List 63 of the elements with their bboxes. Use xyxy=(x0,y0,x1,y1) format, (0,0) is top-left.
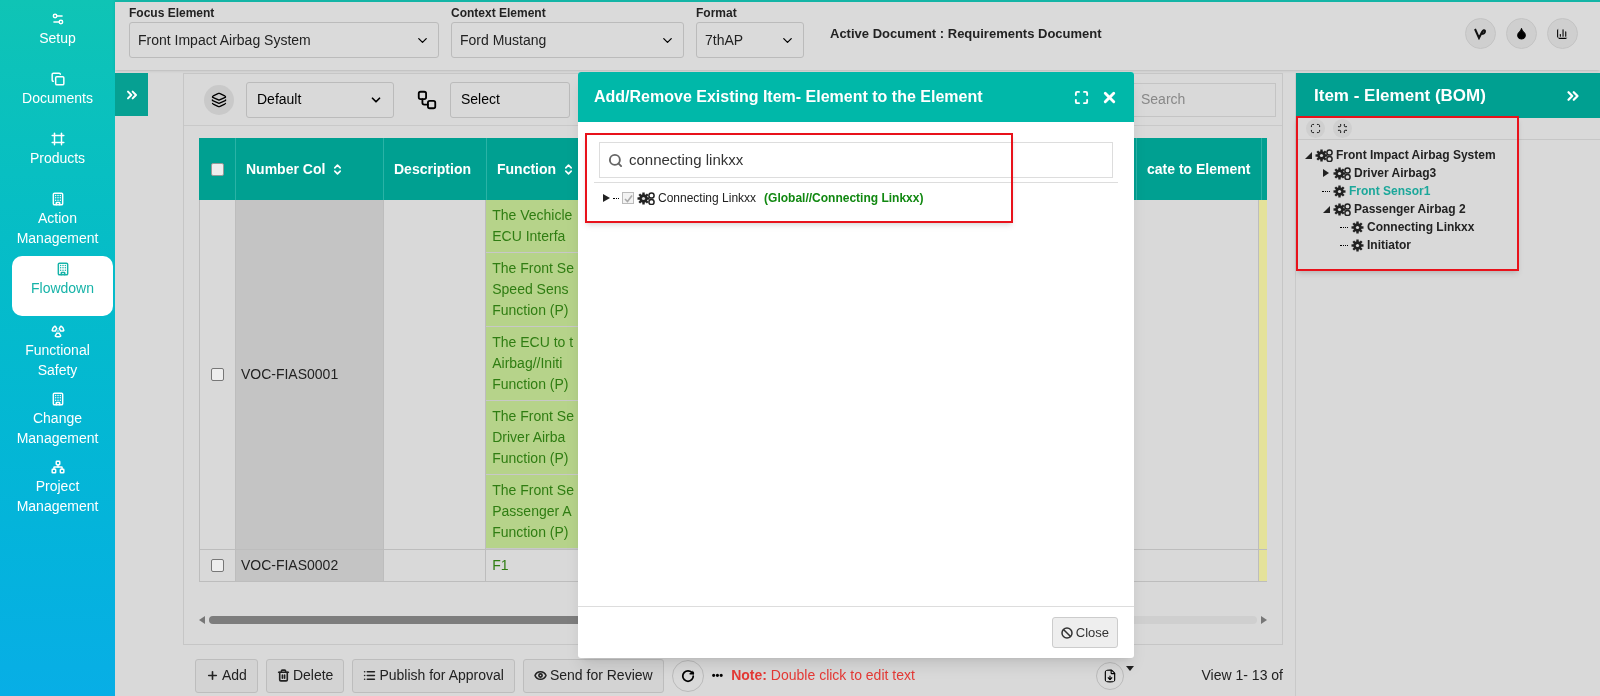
toolbar-button[interactable]: Delete xyxy=(265,658,345,693)
scroll-left-icon[interactable] xyxy=(199,616,205,624)
caret-icon[interactable] xyxy=(1125,666,1134,671)
expand-button[interactable] xyxy=(115,73,148,116)
table-cell: VOC-FIAS0001 xyxy=(235,200,384,549)
column-select[interactable]: Select xyxy=(450,81,570,118)
toolbar-button[interactable]: Publish for Approval xyxy=(352,658,515,693)
toolbar-button[interactable]: Send for Review xyxy=(522,658,664,693)
field-label: Focus Element xyxy=(129,5,216,22)
tree-item[interactable]: Connecting Linkxx xyxy=(1367,218,1475,236)
field-label: Format xyxy=(696,5,738,22)
gear-icon xyxy=(1333,184,1346,198)
building-icon xyxy=(55,262,70,276)
active-document: Active Document : Requirements Document xyxy=(830,25,1102,43)
gear-icon xyxy=(1351,220,1364,234)
dropdown[interactable]: 7thAP xyxy=(696,22,804,58)
chart-icon[interactable] xyxy=(1547,18,1578,49)
row-checkbox[interactable] xyxy=(210,368,224,381)
select-all-checkbox[interactable] xyxy=(210,162,224,176)
modal-header: Add/Remove Existing Item- Element to the Element xyxy=(578,72,1134,122)
row-checkbox[interactable] xyxy=(210,559,224,572)
tree-item[interactable]: Initiator xyxy=(1367,236,1411,254)
expanded-caret-icon[interactable] xyxy=(1322,205,1330,213)
tree-item[interactable]: Front Impact Airbag System xyxy=(1336,146,1496,164)
function-cell-text: F1 xyxy=(491,556,510,575)
gear-icon xyxy=(1351,238,1364,252)
view-select[interactable]: Default xyxy=(246,81,394,118)
panel-header: Item - Element (BOM) xyxy=(1296,73,1600,118)
collapsed-caret-icon[interactable] xyxy=(603,194,610,202)
expand-all-icon[interactable] xyxy=(1306,119,1325,138)
close-button[interactable]: Close xyxy=(1051,617,1118,648)
ban-icon xyxy=(1060,626,1073,639)
toolbar-button[interactable]: Add xyxy=(195,658,258,693)
collapse-all-icon[interactable] xyxy=(1333,119,1352,138)
pager-text: View 1- 13 of xyxy=(1201,666,1283,685)
tree-item[interactable]: Driver Airbag3 xyxy=(1354,164,1437,182)
item-checkbox[interactable] xyxy=(622,192,634,204)
radiation-icon xyxy=(50,324,65,338)
search-field[interactable]: connecting linkxx xyxy=(599,142,1113,178)
plus-icon xyxy=(206,669,219,682)
copy-icon xyxy=(50,72,65,86)
network-icon xyxy=(50,460,65,474)
collapsed-caret-icon[interactable] xyxy=(1322,169,1330,177)
droplet-icon[interactable] xyxy=(1506,18,1537,49)
scroll-right-icon[interactable] xyxy=(1261,616,1267,624)
trash-icon xyxy=(276,669,290,682)
layers-icon[interactable] xyxy=(204,84,234,115)
list-icon xyxy=(363,669,377,682)
dropdown[interactable]: Ford Mustang xyxy=(451,22,684,58)
tree-item[interactable]: Passenger Airbag 2 xyxy=(1354,200,1466,218)
building-icon xyxy=(50,392,65,406)
eye-icon xyxy=(533,669,547,682)
building-icon xyxy=(50,192,65,206)
note-text: Note: Double click to edit text xyxy=(731,666,915,685)
vine-icon[interactable] xyxy=(1465,18,1496,49)
flow-icon[interactable] xyxy=(416,88,438,111)
search-icon xyxy=(608,152,623,168)
table-cell: VOC-FIAS0002 xyxy=(235,550,384,581)
expanded-caret-icon[interactable] xyxy=(1304,151,1312,159)
field-label: Context Element xyxy=(451,5,547,22)
dropdown[interactable]: Front Impact Airbag System xyxy=(129,22,439,58)
more-button[interactable]: ••• xyxy=(711,667,724,684)
frame-icon xyxy=(50,132,65,146)
